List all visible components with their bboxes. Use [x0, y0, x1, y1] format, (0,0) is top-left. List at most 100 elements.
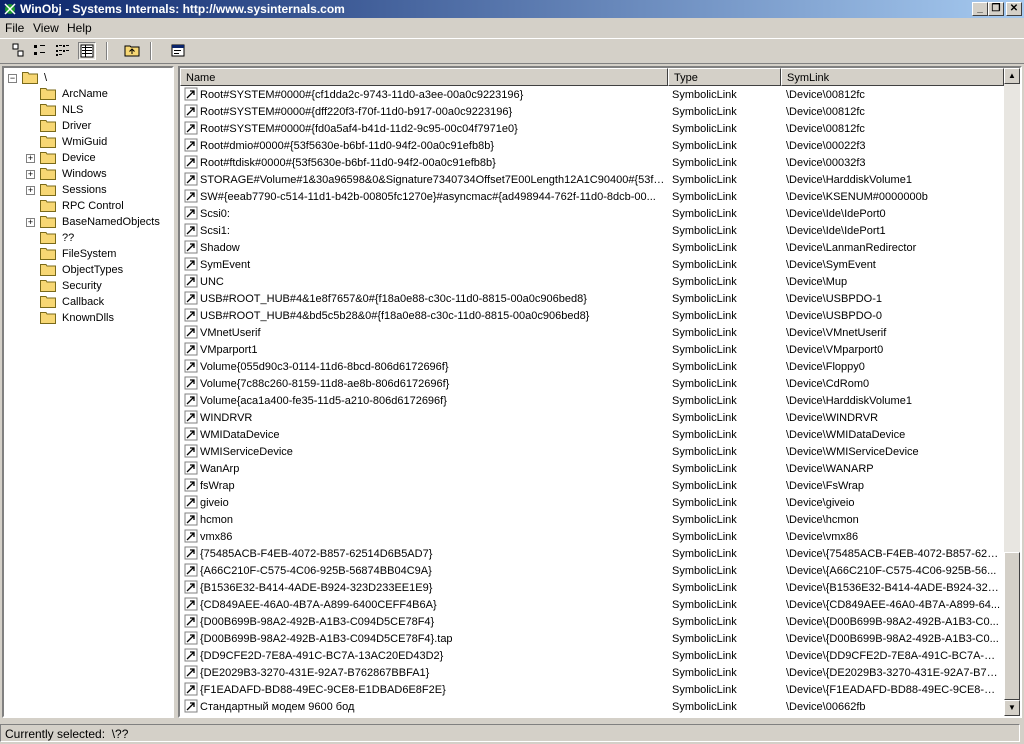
cell-name: SW#{eeab7790-c514-11d1-b42b-00805fc1270e… — [200, 191, 656, 203]
symbolic-link-icon — [184, 257, 198, 271]
table-row[interactable]: STORAGE#Volume#1&30a96598&0&Signature734… — [180, 171, 1004, 188]
scroll-down-button[interactable]: ▼ — [1004, 700, 1020, 716]
symbolic-link-icon — [184, 461, 198, 475]
cell-name: Root#ftdisk#0000#{53f5630e-b6bf-11d0-94f… — [200, 157, 496, 169]
minimize-button[interactable]: _ — [972, 2, 988, 16]
object-list[interactable]: Name Type SymLink Root#SYSTEM#0000#{cf1d… — [178, 66, 1022, 718]
table-row[interactable]: {A66C210F-C575-4C06-925B-56874BB04C9A} Sy… — [180, 562, 1004, 579]
table-row[interactable]: WMIDataDevice SymbolicLink \Device\WMIData… — [180, 426, 1004, 443]
cell-symlink: \Device\USBPDO-0 — [786, 310, 882, 322]
restore-button[interactable]: ❐ — [988, 2, 1004, 16]
status-bar: Currently selected: \?? — [0, 722, 1024, 744]
folder-icon — [40, 168, 56, 180]
properties-button[interactable] — [170, 42, 188, 60]
details-view-button[interactable] — [78, 42, 96, 60]
table-row[interactable]: {D00B699B-98A2-492B-A1B3-C094D5CE78F4}.t… — [180, 630, 1004, 647]
table-row[interactable]: WMIServiceDevice SymbolicLink \Device\WMIS… — [180, 443, 1004, 460]
large-icons-button[interactable] — [10, 42, 28, 60]
table-row[interactable]: Scsi1: SymbolicLink \Device\Ide\IdePort1 — [180, 222, 1004, 239]
table-row[interactable]: vmx86 SymbolicLink \Device\vmx86 — [180, 528, 1004, 545]
symbolic-link-icon — [184, 189, 198, 203]
symbolic-link-icon — [184, 529, 198, 543]
folder-icon — [40, 200, 56, 212]
table-row[interactable]: USB#ROOT_HUB#4&1e8f7657&0#{f18a0e88-c30c… — [180, 290, 1004, 307]
table-row[interactable]: {D00B699B-98A2-492B-A1B3-C094D5CE78F4} Sy… — [180, 613, 1004, 630]
expand-icon[interactable]: + — [26, 170, 35, 179]
expand-icon[interactable]: + — [26, 218, 35, 227]
menu-file[interactable]: File — [5, 21, 24, 35]
table-row[interactable]: Shadow SymbolicLink \Device\LanmanRedirect… — [180, 239, 1004, 256]
cell-name: WMIServiceDevice — [200, 446, 293, 458]
close-button[interactable]: ✕ — [1006, 2, 1022, 16]
toolbar-separator — [106, 42, 108, 60]
column-header-name[interactable]: Name — [180, 68, 668, 86]
large-icons-icon — [12, 43, 24, 57]
column-header-type[interactable]: Type — [668, 68, 781, 86]
table-row[interactable]: {B1536E32-B414-4ADE-B924-323D233EE1E9} Sy… — [180, 579, 1004, 596]
up-one-level-button[interactable] — [124, 42, 142, 60]
table-row[interactable]: Стандартный модем 9600 бод SymbolicLink \D… — [180, 698, 1004, 715]
table-row[interactable]: hcmon SymbolicLink \Device\hcmon — [180, 511, 1004, 528]
scroll-up-button[interactable]: ▲ — [1004, 68, 1020, 84]
table-row[interactable]: {DD9CFE2D-7E8A-491C-BC7A-13AC20ED43D2} Sy… — [180, 647, 1004, 664]
table-row[interactable]: SymEvent SymbolicLink \Device\SymEvent — [180, 256, 1004, 273]
symbolic-link-icon — [184, 648, 198, 662]
cell-name: WanArp — [200, 463, 240, 475]
expand-icon[interactable]: + — [26, 186, 35, 195]
cell-type: SymbolicLink — [672, 123, 737, 135]
table-row[interactable]: WanArp SymbolicLink \Device\WANARP — [180, 460, 1004, 477]
cell-name: {DE2029B3-3270-431E-92A7-B762867BBFA1} — [200, 667, 430, 679]
table-row[interactable]: USB#ROOT_HUB#4&bd5c5b28&0#{f18a0e88-c30c… — [180, 307, 1004, 324]
table-row[interactable]: VMparport1 SymbolicLink \Device\VMparport0 — [180, 341, 1004, 358]
cell-name: fsWrap — [200, 480, 235, 492]
table-row[interactable]: Root#SYSTEM#0000#{dff220f3-f70f-11d0-b91… — [180, 103, 1004, 120]
table-row[interactable]: fsWrap SymbolicLink \Device\FsWrap — [180, 477, 1004, 494]
table-row[interactable]: UNC SymbolicLink \Device\Mup — [180, 273, 1004, 290]
table-row[interactable]: WINDRVR SymbolicLink \Device\WINDRVR — [180, 409, 1004, 426]
tree-item-label: Device — [62, 152, 96, 164]
table-row[interactable]: Root#dmio#0000#{53f5630e-b6bf-11d0-94f2-… — [180, 137, 1004, 154]
symbolic-link-icon — [184, 376, 198, 390]
table-row[interactable]: {F1EADAFD-BD88-49EC-9CE8-E1DBAD6E8F2E} Sy… — [180, 681, 1004, 698]
table-row[interactable]: {DE2029B3-3270-431E-92A7-B762867BBFA1} Sy… — [180, 664, 1004, 681]
cell-symlink: \Device\00662fb — [786, 701, 866, 713]
cell-name: VMnetUserif — [200, 327, 261, 339]
table-row[interactable]: {75485ACB-F4EB-4072-B857-62514D6B5AD7} Sy… — [180, 545, 1004, 562]
symbolic-link-icon — [184, 240, 198, 254]
table-row[interactable]: Volume{7c88c260-8159-11d8-ae8b-806d61726… — [180, 375, 1004, 392]
table-row[interactable]: Volume{aca1a400-fe35-11d5-a210-806d61726… — [180, 392, 1004, 409]
table-row[interactable]: Scsi0: SymbolicLink \Device\Ide\IdePort0 — [180, 205, 1004, 222]
vertical-scrollbar[interactable]: ▲ ▼ — [1004, 68, 1020, 716]
collapse-icon[interactable]: − — [8, 74, 17, 83]
expand-icon[interactable]: + — [26, 154, 35, 163]
cell-name: hcmon — [200, 514, 234, 526]
menu-view[interactable]: View — [33, 21, 59, 35]
symbolic-link-icon — [184, 104, 198, 118]
table-row[interactable]: Root#ftdisk#0000#{53f5630e-b6bf-11d0-94f… — [180, 154, 1004, 171]
cell-symlink: \Device\Mup — [786, 276, 848, 288]
small-icons-button[interactable] — [32, 42, 50, 60]
column-header-symlink[interactable]: SymLink — [781, 68, 1004, 86]
cell-name: {B1536E32-B414-4ADE-B924-323D233EE1E9} — [200, 582, 433, 594]
table-row[interactable]: giveio SymbolicLink \Device\giveio — [180, 494, 1004, 511]
tree-item-label: BaseNamedObjects — [62, 216, 160, 228]
cell-name: Scsi0: — [200, 208, 230, 220]
cell-name: Volume{055d90c3-0114-11d6-8bcd-806d61726… — [200, 361, 449, 373]
table-row[interactable]: {CD849AEE-46A0-4B7A-A899-6400CEFF4B6A} Sy… — [180, 596, 1004, 613]
table-row[interactable]: Root#SYSTEM#0000#{fd0a5af4-b41d-11d2-9c9… — [180, 120, 1004, 137]
table-row[interactable]: SW#{eeab7790-c514-11d1-b42b-00805fc1270e… — [180, 188, 1004, 205]
menu-help[interactable]: Help — [67, 21, 92, 35]
cell-symlink: \Device\LanmanRedirector — [786, 242, 917, 254]
cell-name: Root#SYSTEM#0000#{dff220f3-f70f-11d0-b91… — [200, 106, 513, 118]
cell-symlink: \Device\WMIServiceDevice — [786, 446, 919, 458]
table-row[interactable]: Volume{055d90c3-0114-11d6-8bcd-806d61726… — [180, 358, 1004, 375]
object-tree[interactable]: − \ ArcName NLS Driver WmiGuid + Device + Windo… — [2, 66, 174, 718]
table-row[interactable]: Root#SYSTEM#0000#{cf1dda2c-9743-11d0-a3e… — [180, 86, 1004, 103]
cell-symlink: \Device\FsWrap — [786, 480, 865, 492]
table-row[interactable]: VMnetUserif SymbolicLink \Device\VMnetUser… — [180, 324, 1004, 341]
list-view-button[interactable] — [54, 42, 72, 60]
title-bar: WinObj - Systems Internals: http://www.s… — [0, 0, 1024, 18]
symbolic-link-icon — [184, 172, 198, 186]
scroll-thumb[interactable] — [1004, 552, 1020, 700]
symbolic-link-icon — [184, 699, 198, 713]
